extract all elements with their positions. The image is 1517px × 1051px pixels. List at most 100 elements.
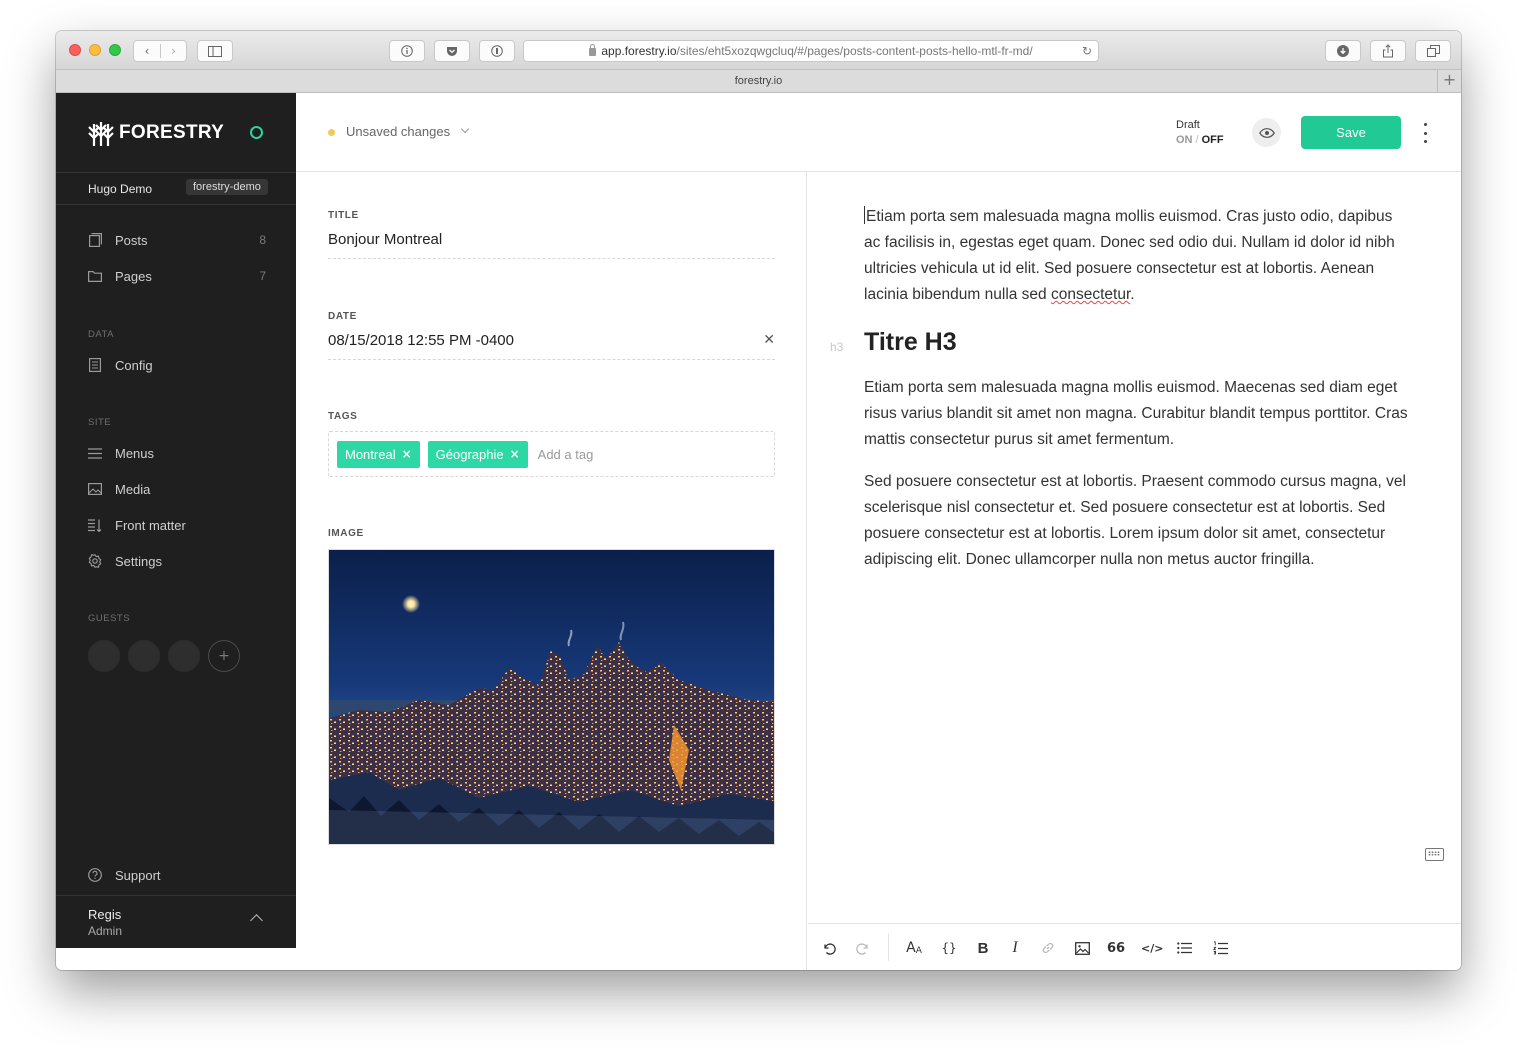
- sidebar-item-front-matter[interactable]: Front matter: [88, 515, 266, 535]
- sidebar-item-label: Menus: [115, 445, 155, 461]
- insert-image-icon[interactable]: [1074, 938, 1090, 958]
- italic-icon[interactable]: I: [1007, 938, 1023, 958]
- sidebar-item-support[interactable]: Support: [88, 865, 266, 885]
- info-icon: [401, 45, 413, 57]
- clear-date-icon[interactable]: ✕: [763, 332, 775, 348]
- content-editor[interactable]: Etiam porta sem malesuada magna mollis e…: [808, 172, 1461, 970]
- date-value: 08/15/2018 12:55 PM -0400: [328, 332, 514, 349]
- redo-icon[interactable]: [855, 938, 871, 958]
- preview-button[interactable]: [1252, 118, 1281, 147]
- back-icon[interactable]: ‹: [134, 44, 160, 58]
- sidebar-item-media[interactable]: Media: [88, 479, 266, 499]
- tabs-icon: [1426, 45, 1440, 57]
- forward-icon[interactable]: ›: [159, 44, 186, 58]
- posts-count: 8: [259, 233, 266, 247]
- pocket-button[interactable]: [434, 40, 470, 62]
- tags-field[interactable]: Montreal × Géographie × Add a tag: [328, 431, 775, 477]
- guest-avatar[interactable]: [88, 640, 120, 672]
- keyboard-icon[interactable]: [1425, 848, 1444, 861]
- reload-icon[interactable]: ↻: [1082, 44, 1092, 58]
- user-menu[interactable]: Regis Admin: [56, 895, 296, 948]
- sidebar-item-label: Config: [115, 357, 153, 373]
- forestry-tree-icon: [88, 122, 114, 146]
- add-guest-button[interactable]: +: [208, 640, 240, 672]
- draft-toggle[interactable]: ON / OFF: [1176, 134, 1224, 146]
- heading-big-glyph: A: [906, 940, 916, 956]
- zoom-window-button[interactable]: [109, 44, 121, 56]
- misspelled-word[interactable]: consectetur: [1051, 286, 1130, 303]
- save-button[interactable]: Save: [1301, 116, 1401, 149]
- paragraph-2[interactable]: Etiam porta sem malesuada magna mollis e…: [864, 375, 1409, 453]
- paragraph-3[interactable]: Sed posuere consectetur est at lobortis.…: [864, 469, 1409, 573]
- pages-count: 7: [259, 269, 266, 283]
- new-tab-icon[interactable]: +: [1437, 70, 1461, 92]
- sidebar-item-label: Support: [115, 867, 161, 883]
- guest-avatar[interactable]: [128, 640, 160, 672]
- downloads-button[interactable]: [1325, 40, 1361, 62]
- tabs-button[interactable]: [1415, 40, 1451, 62]
- forestry-app: FORESTRY Hugo Demo forestry-demo Posts 8…: [56, 93, 1461, 970]
- sidebar: FORESTRY Hugo Demo forestry-demo Posts 8…: [56, 93, 296, 948]
- pocket-icon: [447, 46, 457, 56]
- draft-separator: /: [1195, 134, 1199, 146]
- sidebar-item-pages[interactable]: Pages 7: [88, 266, 266, 286]
- title-field[interactable]: Bonjour Montreal: [328, 231, 775, 259]
- share-button[interactable]: [1370, 40, 1406, 62]
- featured-image[interactable]: [328, 549, 775, 845]
- password-icon: [491, 45, 503, 57]
- more-options-icon[interactable]: [1421, 123, 1429, 143]
- link-icon[interactable]: [1040, 938, 1056, 958]
- url-path: /sites/eht5xozqwgcluq/#/pages/posts-cont…: [676, 44, 1033, 58]
- paragraph-1[interactable]: Etiam porta sem malesuada magna mollis e…: [864, 204, 1409, 308]
- sidebar-toggle-button[interactable]: [197, 40, 233, 62]
- code-block-icon[interactable]: {}: [941, 938, 957, 958]
- inline-code-icon[interactable]: </>: [1141, 938, 1163, 958]
- sidebar-item-posts[interactable]: Posts 8: [88, 230, 266, 250]
- guest-avatar[interactable]: [168, 640, 200, 672]
- menu-icon: [88, 446, 102, 460]
- sidebar-item-label: Front matter: [115, 517, 186, 533]
- minimize-window-button[interactable]: [89, 44, 101, 56]
- numbered-list-icon[interactable]: [1212, 938, 1228, 958]
- undo-icon[interactable]: [821, 938, 837, 958]
- chevron-down-icon[interactable]: [460, 124, 470, 134]
- heading-format-icon[interactable]: AA: [906, 938, 922, 958]
- add-tag-input[interactable]: Add a tag: [538, 447, 594, 462]
- address-bar[interactable]: app.forestry.io/sites/eht5xozqwgcluq/#/p…: [523, 40, 1099, 62]
- forestry-logo[interactable]: FORESTRY: [87, 119, 224, 147]
- folder-icon: [88, 269, 102, 283]
- password-button[interactable]: [479, 40, 515, 62]
- date-field[interactable]: 08/15/2018 12:55 PM -0400 ✕: [328, 332, 775, 360]
- unsaved-changes-label[interactable]: Unsaved changes: [346, 124, 450, 139]
- bullet-list-icon[interactable]: [1176, 938, 1192, 958]
- tag-chip: Géographie ×: [427, 440, 528, 468]
- guests-section-label: GUESTS: [88, 613, 131, 624]
- tag-label: Géographie: [435, 446, 504, 462]
- sidebar-item-config[interactable]: Config: [88, 355, 266, 375]
- sidebar-item-menus[interactable]: Menus: [88, 443, 266, 463]
- sidebar-item-label: Media: [115, 481, 151, 497]
- tab-title[interactable]: forestry.io: [735, 75, 782, 87]
- draft-label: Draft: [1176, 119, 1200, 131]
- sidebar-item-settings[interactable]: Settings: [88, 551, 266, 571]
- remove-tag-icon[interactable]: ×: [402, 447, 412, 461]
- quote-icon[interactable]: 66: [1107, 938, 1125, 958]
- config-icon: [88, 358, 102, 372]
- tab-bar: forestry.io +: [56, 70, 1461, 93]
- heading-h3[interactable]: Titre H3: [864, 328, 957, 357]
- paragraph-1-end: .: [1130, 286, 1135, 303]
- url-host: app.forestry.io: [601, 44, 677, 58]
- download-icon: [1337, 45, 1349, 57]
- heading-level-tag: h3: [830, 340, 844, 354]
- info-button[interactable]: [389, 40, 425, 62]
- browser-toolbar: ‹ › app.forestry.io/sites/eht5xozqwgcluq/…: [56, 31, 1461, 70]
- bold-icon[interactable]: B: [975, 938, 991, 958]
- chevron-up-icon[interactable]: [250, 914, 263, 927]
- remove-tag-icon[interactable]: ×: [510, 447, 520, 461]
- unsaved-indicator-icon: [328, 129, 335, 136]
- sidebar-item-label: Pages: [115, 268, 152, 284]
- close-window-button[interactable]: [69, 44, 81, 56]
- user-role: Admin: [88, 924, 123, 938]
- site-switcher[interactable]: Hugo Demo forestry-demo: [56, 172, 296, 205]
- site-section-label: SITE: [88, 417, 112, 428]
